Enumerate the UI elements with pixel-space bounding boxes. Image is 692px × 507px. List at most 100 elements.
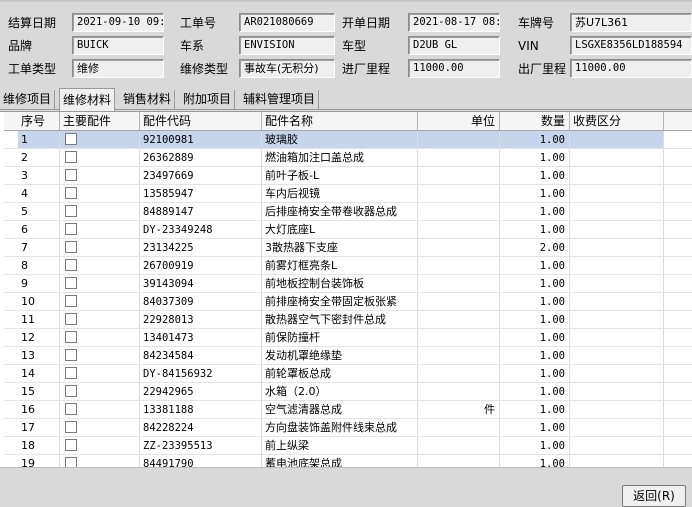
order-type-field[interactable]: 维修 — [72, 59, 164, 78]
col-header-part-code[interactable]: 配件代码 — [140, 112, 262, 130]
cell-qty: 1.00 — [500, 185, 570, 202]
table-row[interactable]: 17 84228224 方向盘装饰盖附件线束总成 1.00 — [4, 419, 692, 437]
table-row[interactable]: 13 84234584 发动机罩绝缘垫 1.00 — [4, 347, 692, 365]
settle-date-label: 结算日期 — [8, 16, 57, 30]
plate-no-label: 车牌号 — [518, 16, 555, 30]
table-row[interactable]: 4 13585947 车内后视镜 1.00 — [4, 185, 692, 203]
main-part-checkbox[interactable] — [65, 385, 77, 397]
settle-date-field[interactable]: 2021-09-10 09:5 — [72, 13, 164, 32]
table-row[interactable]: 6 DY-23349248 大灯底座L 1.00 — [4, 221, 692, 239]
cell-part-name: 后排座椅安全带卷收器总成 — [262, 203, 418, 220]
model-field[interactable]: D2UB GL — [408, 36, 500, 55]
cell-part-code: 13585947 — [140, 185, 262, 202]
cell-charge-type — [570, 437, 664, 454]
tab-additional-items[interactable]: 附加项目 — [180, 90, 236, 110]
main-part-checkbox[interactable] — [65, 457, 77, 467]
table-row[interactable]: 2 26362889 燃油箱加注口盖总成 1.00 — [4, 149, 692, 167]
cell-part-code: 84037309 — [140, 293, 262, 310]
cell-part-code: 26362889 — [140, 149, 262, 166]
main-part-checkbox[interactable] — [65, 439, 77, 451]
cell-charge-type — [570, 203, 664, 220]
cell-qty: 1.00 — [500, 365, 570, 382]
table-row[interactable]: 11 22928013 散热器空气下密封件总成 1.00 — [4, 311, 692, 329]
table-row[interactable]: 5 84889147 后排座椅安全带卷收器总成 1.00 — [4, 203, 692, 221]
cell-part-name: 前叶子板-L — [262, 167, 418, 184]
table-row[interactable]: 15 22942965 水箱（2.0） 1.00 — [4, 383, 692, 401]
cell-no: 18 — [18, 437, 60, 454]
cell-charge-type — [570, 293, 664, 310]
cell-main-part — [60, 401, 140, 418]
cell-no: 15 — [18, 383, 60, 400]
cell-qty: 1.00 — [500, 293, 570, 310]
main-part-checkbox[interactable] — [65, 259, 77, 271]
cell-charge-type — [570, 365, 664, 382]
repair-type-field[interactable]: 事故车(无积分) — [239, 59, 335, 78]
open-date-label: 开单日期 — [342, 16, 391, 30]
cell-part-code: 23134225 — [140, 239, 262, 256]
order-type-label: 工单类型 — [8, 62, 57, 76]
series-field[interactable]: ENVISION — [239, 36, 335, 55]
cell-part-code: ZZ-23395513 — [140, 437, 262, 454]
brand-field[interactable]: BUICK — [72, 36, 164, 55]
main-part-checkbox[interactable] — [65, 313, 77, 325]
main-part-checkbox[interactable] — [65, 331, 77, 343]
plate-no-field[interactable]: 苏U7L361 — [570, 13, 692, 32]
cell-main-part — [60, 455, 140, 467]
cell-unit — [418, 365, 500, 382]
table-row[interactable]: 14 DY-84156932 前轮罩板总成 1.00 — [4, 365, 692, 383]
cell-unit — [418, 257, 500, 274]
main-part-checkbox[interactable] — [65, 421, 77, 433]
cell-qty: 1.00 — [500, 455, 570, 467]
table-row[interactable]: 18 ZZ-23395513 前上纵梁 1.00 — [4, 437, 692, 455]
tab-repair-items[interactable]: 维修项目 — [0, 90, 56, 110]
main-part-checkbox[interactable] — [65, 187, 77, 199]
main-part-checkbox[interactable] — [65, 295, 77, 307]
cell-charge-type — [570, 131, 664, 148]
cell-part-name: 玻璃胶 — [262, 131, 418, 148]
order-no-field[interactable]: AR021080669 — [239, 13, 335, 32]
out-mileage-field[interactable]: 11000.00 — [570, 59, 692, 78]
table-row[interactable]: 9 39143094 前地板控制台装饰板 1.00 — [4, 275, 692, 293]
main-part-checkbox[interactable] — [65, 133, 77, 145]
table-row[interactable]: 3 23497669 前叶子板-L 1.00 — [4, 167, 692, 185]
main-part-checkbox[interactable] — [65, 403, 77, 415]
cell-no: 5 — [18, 203, 60, 220]
table-row[interactable]: 16 13381188 空气滤清器总成件 1.00 — [4, 401, 692, 419]
table-row[interactable]: 7 23134225 3散热器下支座 2.00 — [4, 239, 692, 257]
main-part-checkbox[interactable] — [65, 223, 77, 235]
cell-part-code: 84234584 — [140, 347, 262, 364]
in-mileage-field[interactable]: 11000.00 — [408, 59, 500, 78]
col-header-charge-type[interactable]: 收费区分 — [570, 112, 664, 130]
table-row[interactable]: 12 13401473 前保防撞杆 1.00 — [4, 329, 692, 347]
main-part-checkbox[interactable] — [65, 151, 77, 163]
main-part-checkbox[interactable] — [65, 205, 77, 217]
return-button[interactable]: 返回(R) — [622, 485, 686, 507]
main-part-checkbox[interactable] — [65, 367, 77, 379]
table-row[interactable]: 1 92100981 玻璃胶 1.00 — [4, 131, 692, 149]
open-date-field[interactable]: 2021-08-17 08:: — [408, 13, 500, 32]
tab-auxiliary-management[interactable]: 辅料管理项目 — [240, 90, 320, 110]
table-row[interactable]: 8 26700919 前雾灯框亮条L 1.00 — [4, 257, 692, 275]
cell-part-name: 3散热器下支座 — [262, 239, 418, 256]
table-row[interactable]: 10 84037309 前排座椅安全带固定板张紧 1.00 — [4, 293, 692, 311]
cell-part-code: 84228224 — [140, 419, 262, 436]
main-part-checkbox[interactable] — [65, 241, 77, 253]
main-part-checkbox[interactable] — [65, 169, 77, 181]
main-part-checkbox[interactable] — [65, 349, 77, 361]
cell-qty: 1.00 — [500, 203, 570, 220]
col-header-part-name[interactable]: 配件名称 — [262, 112, 418, 130]
col-header-qty[interactable]: 数量 — [500, 112, 570, 130]
table-row[interactable]: 19 84491790 蓄电池底架总成 1.00 — [4, 455, 692, 467]
series-label: 车系 — [180, 39, 205, 53]
col-header-no[interactable]: 序号 — [18, 112, 60, 130]
col-header-unit[interactable]: 单位 — [418, 112, 500, 130]
cell-unit — [418, 455, 500, 467]
tab-repair-materials[interactable]: 维修材料 — [59, 88, 116, 111]
col-header-main-part[interactable]: 主要配件 — [60, 112, 140, 130]
cell-main-part — [60, 131, 140, 148]
cell-no: 16 — [18, 401, 60, 418]
tab-sales-materials[interactable]: 销售材料 — [120, 90, 176, 110]
cell-qty: 1.00 — [500, 275, 570, 292]
main-part-checkbox[interactable] — [65, 277, 77, 289]
vin-field[interactable]: LSGXE8356LD188594 — [570, 36, 692, 55]
